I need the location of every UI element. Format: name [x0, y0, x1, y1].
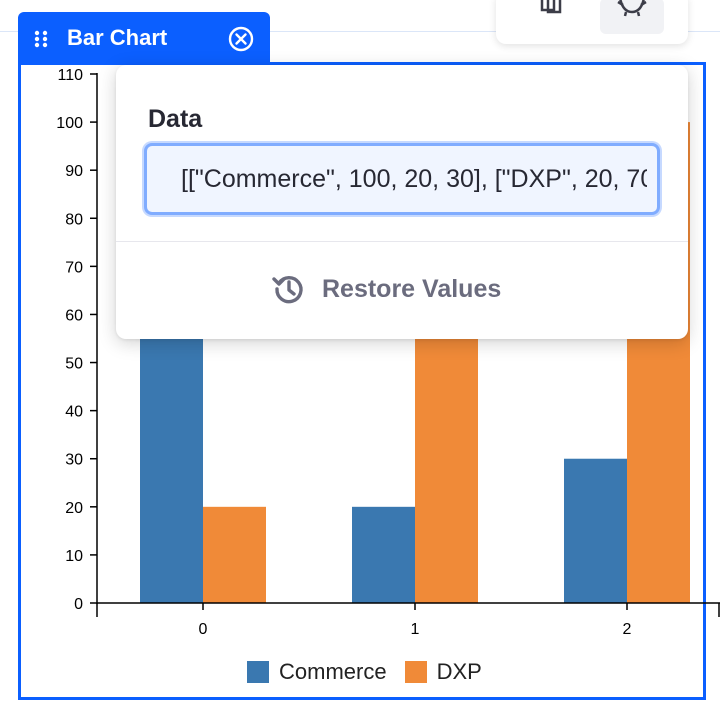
y-tick-label-10: 10	[65, 548, 83, 565]
y-tick-label-30: 30	[65, 452, 83, 469]
legend-swatch-commerce	[247, 661, 269, 683]
chart-legend: Commerce DXP	[247, 657, 500, 687]
data-input[interactable]	[144, 143, 660, 215]
history-icon	[272, 275, 303, 304]
legend-label-dxp: DXP	[436, 659, 482, 684]
y-tick-label-60: 60	[65, 307, 83, 324]
y-tick-label-50: 50	[65, 356, 83, 373]
x-tick-label-2: 2	[623, 621, 632, 638]
y-tick-label-70: 70	[65, 259, 83, 276]
restore-values-button[interactable]: Restore Values	[272, 269, 501, 309]
restore-values-label: Restore Values	[322, 274, 502, 303]
y-tick-label-20: 20	[65, 500, 83, 517]
y-tick-label-40: 40	[65, 404, 83, 421]
bar-commerce-2[interactable]	[564, 458, 627, 603]
x-tick-label-0: 0	[199, 621, 208, 638]
legend-label-commerce: Commerce	[279, 659, 387, 684]
data-field-label: Data	[148, 105, 203, 133]
legend-swatch-dxp	[404, 661, 427, 683]
legend-item-commerce[interactable]: Commerce	[247, 659, 387, 685]
y-tick-label-80: 80	[65, 211, 83, 228]
legend-item-dxp[interactable]: DXP	[404, 659, 482, 685]
y-tick-label-90: 90	[65, 163, 83, 180]
y-tick-label-0: 0	[74, 596, 83, 613]
bar-dxp-0[interactable]	[203, 506, 266, 603]
data-config-popover: Data Restore Values	[116, 65, 688, 339]
x-tick-label-1: 1	[411, 621, 420, 638]
bar-commerce-1[interactable]	[352, 506, 415, 603]
y-tick-label-110: 110	[57, 67, 83, 84]
y-tick-label-100: 100	[56, 115, 83, 132]
popover-divider	[116, 241, 688, 242]
